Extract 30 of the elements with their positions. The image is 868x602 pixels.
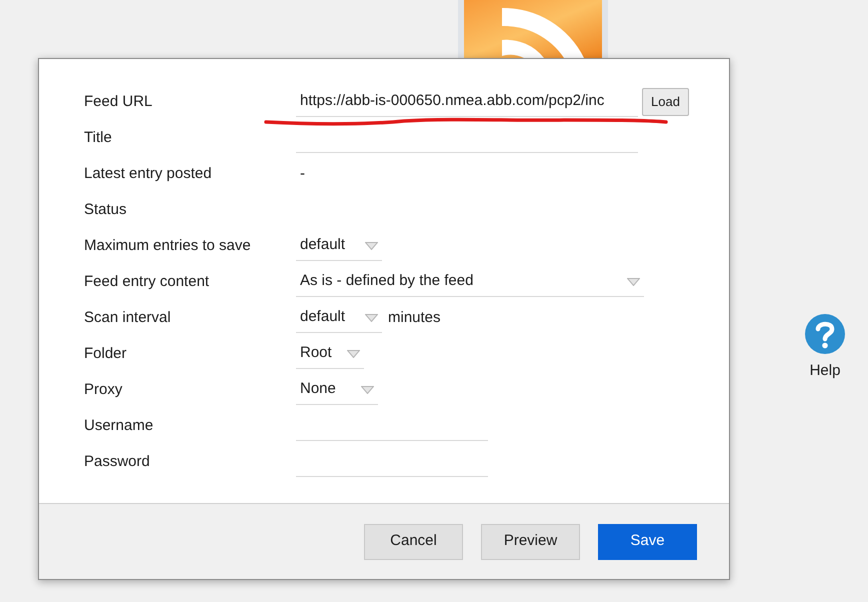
- secondary-button[interactable]: Cancel: [364, 524, 463, 560]
- field-label: Title: [84, 128, 113, 148]
- caret-icon: [361, 386, 374, 394]
- field-label: Latest entry posted: [84, 164, 213, 184]
- help-icon[interactable]: [805, 314, 845, 354]
- unit-label: minutes: [388, 308, 441, 328]
- field-label: Proxy: [84, 380, 124, 400]
- select-field[interactable]: Root: [296, 339, 364, 369]
- field-label: Feed entry content: [84, 272, 210, 292]
- field-label: Status: [84, 200, 128, 220]
- field-label: Feed URL: [84, 92, 154, 112]
- select-field[interactable]: As is - defined by the feed: [296, 267, 644, 297]
- value-text: -: [299, 164, 305, 184]
- caret-icon: [347, 350, 360, 358]
- load-button[interactable]: Load: [642, 88, 689, 116]
- select-field[interactable]: default: [296, 303, 382, 333]
- field-label: Password: [84, 452, 151, 472]
- field-label: Folder: [84, 344, 128, 364]
- select-field[interactable]: default: [296, 231, 382, 261]
- caret-icon: [365, 242, 378, 250]
- select-field[interactable]: None: [296, 375, 378, 405]
- field-label: Username: [84, 416, 154, 436]
- field-label: Scan interval: [84, 308, 172, 328]
- caret-icon: [627, 278, 640, 286]
- help-label[interactable]: Help: [810, 360, 840, 382]
- secondary-button[interactable]: Preview: [481, 524, 580, 560]
- field-label: Maximum entries to save: [84, 236, 252, 256]
- url-field[interactable]: https://abb-is-000650.nmea.abb.com/pcp2/inc: [296, 87, 638, 117]
- primary-button[interactable]: Save: [598, 524, 697, 560]
- caret-icon: [365, 314, 378, 322]
